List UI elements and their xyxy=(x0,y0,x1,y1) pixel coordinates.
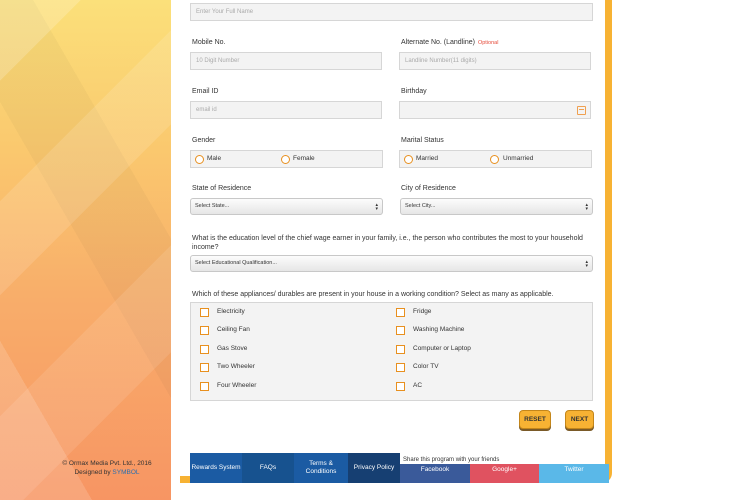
birthday-label: Birthday xyxy=(401,88,427,95)
optional-tag: Optional xyxy=(477,40,499,46)
gender-female-radio[interactable] xyxy=(281,155,290,164)
copyright-text: © Ormax Media Pvt. Ltd., 2016 xyxy=(62,460,152,467)
gender-female-label: Female xyxy=(293,155,315,162)
alternate-label: Alternate No. (Landline) Optional xyxy=(401,39,499,46)
checkbox-label: AC xyxy=(413,382,423,389)
education-select[interactable]: Select Educational Qualification... ▴ ▾ xyxy=(190,255,593,272)
marital-unmarried-label: Unmarried xyxy=(503,155,534,162)
nav-rewards-system[interactable]: Rewards System xyxy=(190,453,242,483)
state-select[interactable]: Select State... ▴ ▾ xyxy=(190,198,383,215)
checkbox-label: Fridge xyxy=(413,308,432,315)
checkbox-label: Four Wheeler xyxy=(217,382,257,389)
nav-faqs[interactable]: FAQs xyxy=(242,453,294,483)
checkbox-four-wheeler[interactable] xyxy=(200,382,209,391)
gender-label: Gender xyxy=(192,137,216,144)
designer-credit: Designed by SYMBOL xyxy=(74,469,140,476)
mobile-label: Mobile No. xyxy=(192,39,226,46)
marital-unmarried-radio[interactable] xyxy=(490,155,499,164)
marital-label: Marital Status xyxy=(401,137,444,144)
marital-married-radio[interactable] xyxy=(404,155,413,164)
checkbox-two-wheeler[interactable] xyxy=(200,363,209,372)
checkbox-fridge[interactable] xyxy=(396,308,405,317)
mobile-input[interactable]: 10 Digit Number xyxy=(190,52,382,70)
checkbox-electricity[interactable] xyxy=(200,308,209,317)
checkbox-label: Color TV xyxy=(413,363,439,370)
education-question: What is the education level of the chief… xyxy=(192,235,583,251)
share-prompt: Share this program with your friends xyxy=(403,457,500,463)
gender-male-label: Male xyxy=(207,155,222,162)
checkbox-label: Gas Stove xyxy=(217,345,248,352)
marital-married-label: Married xyxy=(416,155,439,162)
checkbox-color-tv[interactable] xyxy=(396,363,405,372)
city-select[interactable]: Select City... ▴ ▾ xyxy=(400,198,593,215)
checkbox-washing-machine[interactable] xyxy=(396,326,405,335)
select-arrows-icon: ▴ ▾ xyxy=(585,259,588,269)
background-pattern-panel xyxy=(0,0,171,500)
select-arrows-icon: ▴ ▾ xyxy=(375,202,378,212)
next-button[interactable]: NEXT xyxy=(565,410,594,429)
reset-button[interactable]: RESET xyxy=(519,410,551,429)
checkbox-computer-laptop[interactable] xyxy=(396,345,405,354)
state-label: State of Residence xyxy=(192,185,252,192)
share-twitter-button[interactable]: Twitter xyxy=(539,464,609,483)
checkbox-label: Computer or Laptop xyxy=(413,345,471,352)
alternate-input[interactable]: Landline Number(11 digits) xyxy=(399,52,591,70)
checkbox-label: Two Wheeler xyxy=(217,363,255,370)
full-name-input[interactable]: Enter Your Full Name xyxy=(190,3,593,21)
gender-male-radio[interactable] xyxy=(195,155,204,164)
calendar-icon[interactable] xyxy=(577,106,586,115)
appliances-checkbox-group: Electricity Ceiling Fan Gas Stove Two Wh… xyxy=(190,302,593,401)
checkbox-label: Washing Machine xyxy=(413,326,465,333)
marital-radio-group: Married Unmarried xyxy=(399,150,592,168)
share-facebook-button[interactable]: Facebook xyxy=(400,464,470,483)
share-google-button[interactable]: Google+ xyxy=(470,464,539,483)
email-label: Email ID xyxy=(192,88,219,95)
checkbox-gas-stove[interactable] xyxy=(200,345,209,354)
nav-privacy-policy[interactable]: Privacy Policy xyxy=(348,453,400,483)
checkbox-label: Electricity xyxy=(217,308,245,315)
email-input[interactable]: email id xyxy=(190,101,382,119)
site-footer-credits: © Ormax Media Pvt. Ltd., 2016 Designed b… xyxy=(52,459,162,477)
checkbox-ceiling-fan[interactable] xyxy=(200,326,209,335)
checkbox-label: Ceiling Fan xyxy=(217,326,250,333)
appliances-question: Which of these appliances/ durables are … xyxy=(192,291,554,298)
birthday-input[interactable] xyxy=(399,101,591,119)
city-label: City of Residence xyxy=(401,185,456,192)
designer-link[interactable]: SYMBOL xyxy=(112,469,139,476)
footer-nav: Rewards System FAQs Terms & Conditions P… xyxy=(190,453,400,483)
checkbox-ac[interactable] xyxy=(396,382,405,391)
select-arrows-icon: ▴ ▾ xyxy=(585,202,588,212)
gender-radio-group: Male Female xyxy=(190,150,383,168)
nav-terms-conditions[interactable]: Terms & Conditions xyxy=(294,453,348,483)
